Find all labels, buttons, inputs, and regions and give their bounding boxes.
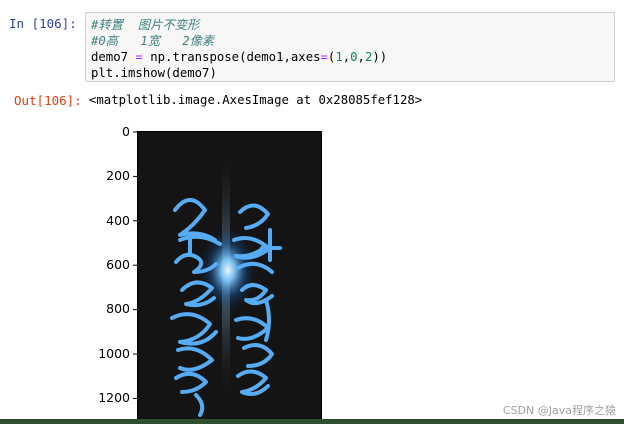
y-ticks xyxy=(133,131,138,399)
bottom-bar xyxy=(0,419,624,424)
code-line-4: plt.imshow(demo7) xyxy=(91,66,217,80)
input-prompt: In [106]: xyxy=(9,16,77,31)
output-text: <matplotlib.image.AxesImage at 0x28085fe… xyxy=(89,93,423,107)
code-editor[interactable]: #转置 图片不变形 #0高 1宽 2像素 demo7 = np.transpos… xyxy=(91,17,387,81)
code-cell-input[interactable]: #转置 图片不变形 #0高 1宽 2像素 demo7 = np.transpos… xyxy=(85,12,615,82)
code-line-3: demo7 = np.transpose(demo1,axes=(1,0,2)) xyxy=(91,50,388,64)
code-comment-1: #转置 图片不变形 xyxy=(91,18,200,32)
watermark: CSDN @Java程序之猿 xyxy=(502,404,616,417)
plot-image xyxy=(133,131,322,424)
code-comment-2: #0高 1宽 2像素 xyxy=(91,34,215,48)
output-prompt: Out[106]: xyxy=(14,93,82,108)
